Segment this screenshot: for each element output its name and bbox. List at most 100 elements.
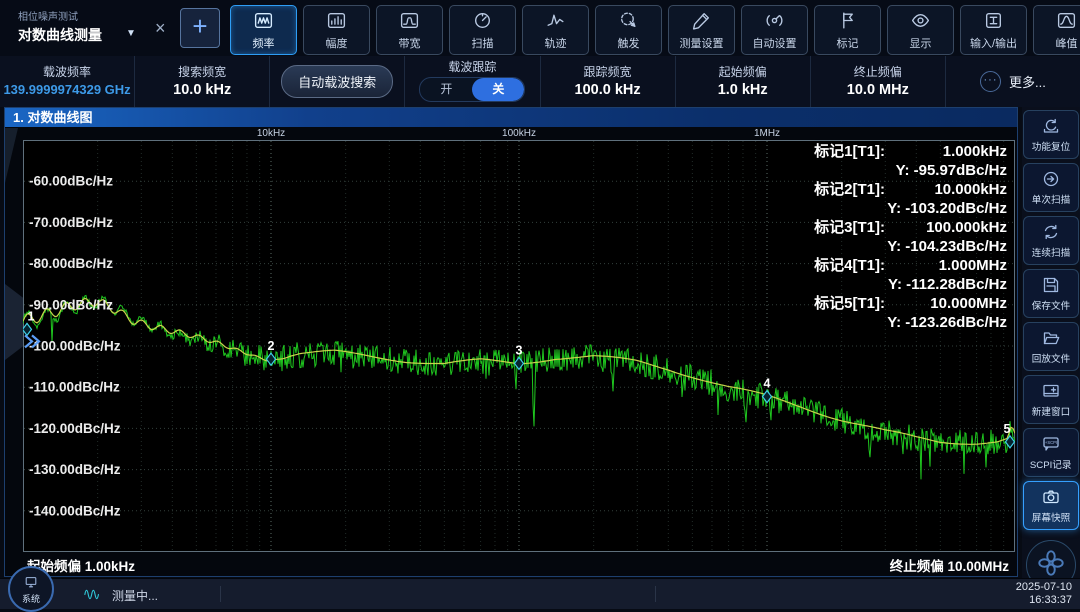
toolbar-button-label: 峰值 [1056, 38, 1078, 50]
toolbar-button-amplitude[interactable]: 幅度 [303, 5, 370, 55]
y-tick-label: -120.00dBc/Hz [29, 421, 121, 436]
marker-y-value: Y: -95.97dBc/Hz [814, 161, 1007, 180]
x-axis-labels: 10kHz100kHz1MHz [5, 127, 1017, 140]
toolbar-button-label: 显示 [910, 38, 932, 50]
marker-x-value: 1.000MHz [897, 256, 1007, 275]
right-sidebar: 功能复位单次扫描连续扫描保存文件回放文件新建窗口 +SCPISCPI记录屏幕快照 [1022, 107, 1080, 578]
chevron-down-icon[interactable]: ▼ [126, 28, 136, 39]
sidebar-button-label: 新建窗口 [1032, 407, 1070, 418]
toolbar-button-label: 轨迹 [545, 38, 567, 50]
toolbar-button-label: 扫描 [472, 38, 494, 50]
auto-carrier-search-button[interactable]: 自动载波搜索 [281, 65, 393, 98]
sidebar-button-save-file[interactable]: 保存文件 [1023, 269, 1079, 318]
y-tick-label: -70.00dBc/Hz [29, 215, 113, 230]
add-measurement-button[interactable]: + [180, 8, 220, 48]
param-cell-search-span[interactable]: 搜索频宽 10.0 kHz [135, 56, 270, 107]
toolbar-button-label: 频率 [253, 38, 275, 50]
toolbar-button-input-output[interactable]: 输入/输出 [960, 5, 1027, 55]
param-cell-carrier-frequency[interactable]: 载波频率139.9999974329 GHz [0, 56, 135, 107]
toolbar-button-auto-setup[interactable]: 自动设置 [741, 5, 808, 55]
param-value: 10.0 kHz [173, 82, 231, 98]
sidebar-button-cont-sweep[interactable]: 连续扫描 [1023, 216, 1079, 265]
y-tick-label: -110.00dBc/Hz [29, 380, 120, 395]
marker-icon [837, 10, 858, 36]
system-label: 系统 [22, 595, 40, 604]
frequency-icon [253, 10, 274, 36]
y-tick-label: -100.00dBc/Hz [29, 339, 121, 354]
toolbar-button-peak[interactable]: 峰值 [1033, 5, 1080, 55]
toolbar-button-label: 触发 [618, 38, 640, 50]
y-tick-label: -80.00dBc/Hz [29, 256, 113, 271]
stop-offset-label: 终止频偏 10.00MHz [890, 555, 1009, 575]
param-label: 跟踪频宽 [584, 66, 632, 79]
toolbar-button-marker[interactable]: 标记 [814, 5, 881, 55]
param-value: 139.9999974329 GHz [3, 82, 130, 98]
system-button[interactable]: 系统 [8, 566, 54, 612]
y-tick-label: -60.00dBc/Hz [29, 174, 113, 189]
carrier-tracking-toggle[interactable]: 开关 [419, 77, 525, 102]
measuring-wave-icon [84, 586, 101, 608]
input-output-icon [983, 10, 1004, 36]
carrier-tracking-option-1[interactable]: 关 [472, 78, 524, 101]
scpi-record-icon: +SCPI [1041, 434, 1061, 459]
sidebar-button-label: 功能复位 [1032, 142, 1070, 153]
sweep-icon [472, 10, 493, 36]
param-cell-stop-offset[interactable]: 终止频偏10.0 MHz [811, 56, 946, 107]
marker-label: 标记5[T1]: [814, 294, 885, 313]
trace-icon [545, 10, 566, 36]
param-cell-carrier-tracking: 载波跟踪开关 [405, 56, 540, 107]
marker-x-value: 10.000kHz [897, 180, 1007, 199]
param-cell-start-offset[interactable]: 起始频偏1.0 kHz [676, 56, 811, 107]
close-icon[interactable]: × [155, 18, 166, 39]
marker-label: 标记1[T1]: [814, 142, 885, 161]
status-divider [220, 586, 221, 602]
y-tick-label: -90.00dBc/Hz [29, 297, 113, 312]
sidebar-button-replay-file[interactable]: 回放文件 [1023, 322, 1079, 371]
marker-number: 4 [764, 377, 771, 391]
sidebar-button-scpi-record[interactable]: +SCPISCPI记录 [1023, 428, 1079, 477]
toolbar-button-display[interactable]: 显示 [887, 5, 954, 55]
more-button[interactable]: ···更多... [980, 71, 1046, 92]
marker-number: 2 [268, 339, 275, 353]
sidebar-button-single-sweep[interactable]: 单次扫描 [1023, 163, 1079, 212]
toolbar-button-label: 输入/输出 [970, 38, 1017, 50]
sidebar-button-func-reset[interactable]: 功能复位 [1023, 110, 1079, 159]
toolbar-button-meas-setup[interactable]: 测量设置 [668, 5, 735, 55]
param-cell-tracking-span[interactable]: 跟踪频宽100.0 kHz [541, 56, 676, 107]
sidebar-button-label: 连续扫描 [1032, 248, 1070, 259]
plot-title: 1. 对数曲线图 [5, 108, 1017, 127]
toolbar-button-sweep[interactable]: 扫描 [449, 5, 516, 55]
date-text: 2025-07-10 [1016, 581, 1072, 594]
marker-readout-line: 标记4[T1]: 1.000MHz [814, 256, 1007, 275]
amplitude-icon [326, 10, 347, 36]
datetime: 2025-07-10 16:33:37 [1016, 581, 1072, 607]
peak-icon [1056, 10, 1077, 36]
marker-readout-line: 标记5[T1]:10.000MHz [814, 294, 1007, 313]
marker-x-value: 1.000kHz [897, 142, 1007, 161]
marker-readout-line: 标记2[T1]:10.000kHz [814, 180, 1007, 199]
marker-readout-line: 标记1[T1]: 1.000kHz [814, 142, 1007, 161]
param-label: 载波跟踪 [448, 61, 496, 74]
y-tick-label: -140.00dBc/Hz [29, 503, 121, 518]
display-icon [910, 10, 931, 36]
toolbar-button-label: 测量设置 [680, 38, 724, 50]
param-cell-auto-carrier-search: 自动载波搜索 [270, 56, 405, 107]
y-tick-label: -130.00dBc/Hz [29, 462, 121, 477]
toolbar-button-label: 标记 [837, 38, 859, 50]
measurement-tab[interactable]: 相位噪声测试 对数曲线测量 ▼ × [0, 0, 176, 56]
carrier-tracking-option-0[interactable]: 开 [420, 78, 472, 101]
toolbar-button-bandwidth[interactable]: 带宽 [376, 5, 443, 55]
status-text: 测量中... [112, 587, 158, 604]
sidebar-button-screenshot[interactable]: 屏幕快照 [1023, 481, 1079, 530]
marker-label: 标记4[T1]: [814, 256, 885, 275]
new-window-icon [1041, 381, 1061, 406]
marker-y-value: Y: -104.23dBc/Hz [814, 237, 1007, 256]
x-tick-label: 100kHz [502, 127, 536, 140]
param-label: 搜索频宽 [178, 66, 226, 79]
toolbar-button-frequency[interactable]: 频率 [230, 5, 297, 55]
toolbar-button-trigger[interactable]: 触发 [595, 5, 662, 55]
toolbar-button-trace[interactable]: 轨迹 [522, 5, 589, 55]
marker-readout: 标记1[T1]: 1.000kHzY: -95.97dBc/Hz标记2[T1]:1… [814, 142, 1007, 332]
param-cell-more: ···更多... [946, 56, 1080, 107]
sidebar-button-new-window[interactable]: 新建窗口 [1023, 375, 1079, 424]
